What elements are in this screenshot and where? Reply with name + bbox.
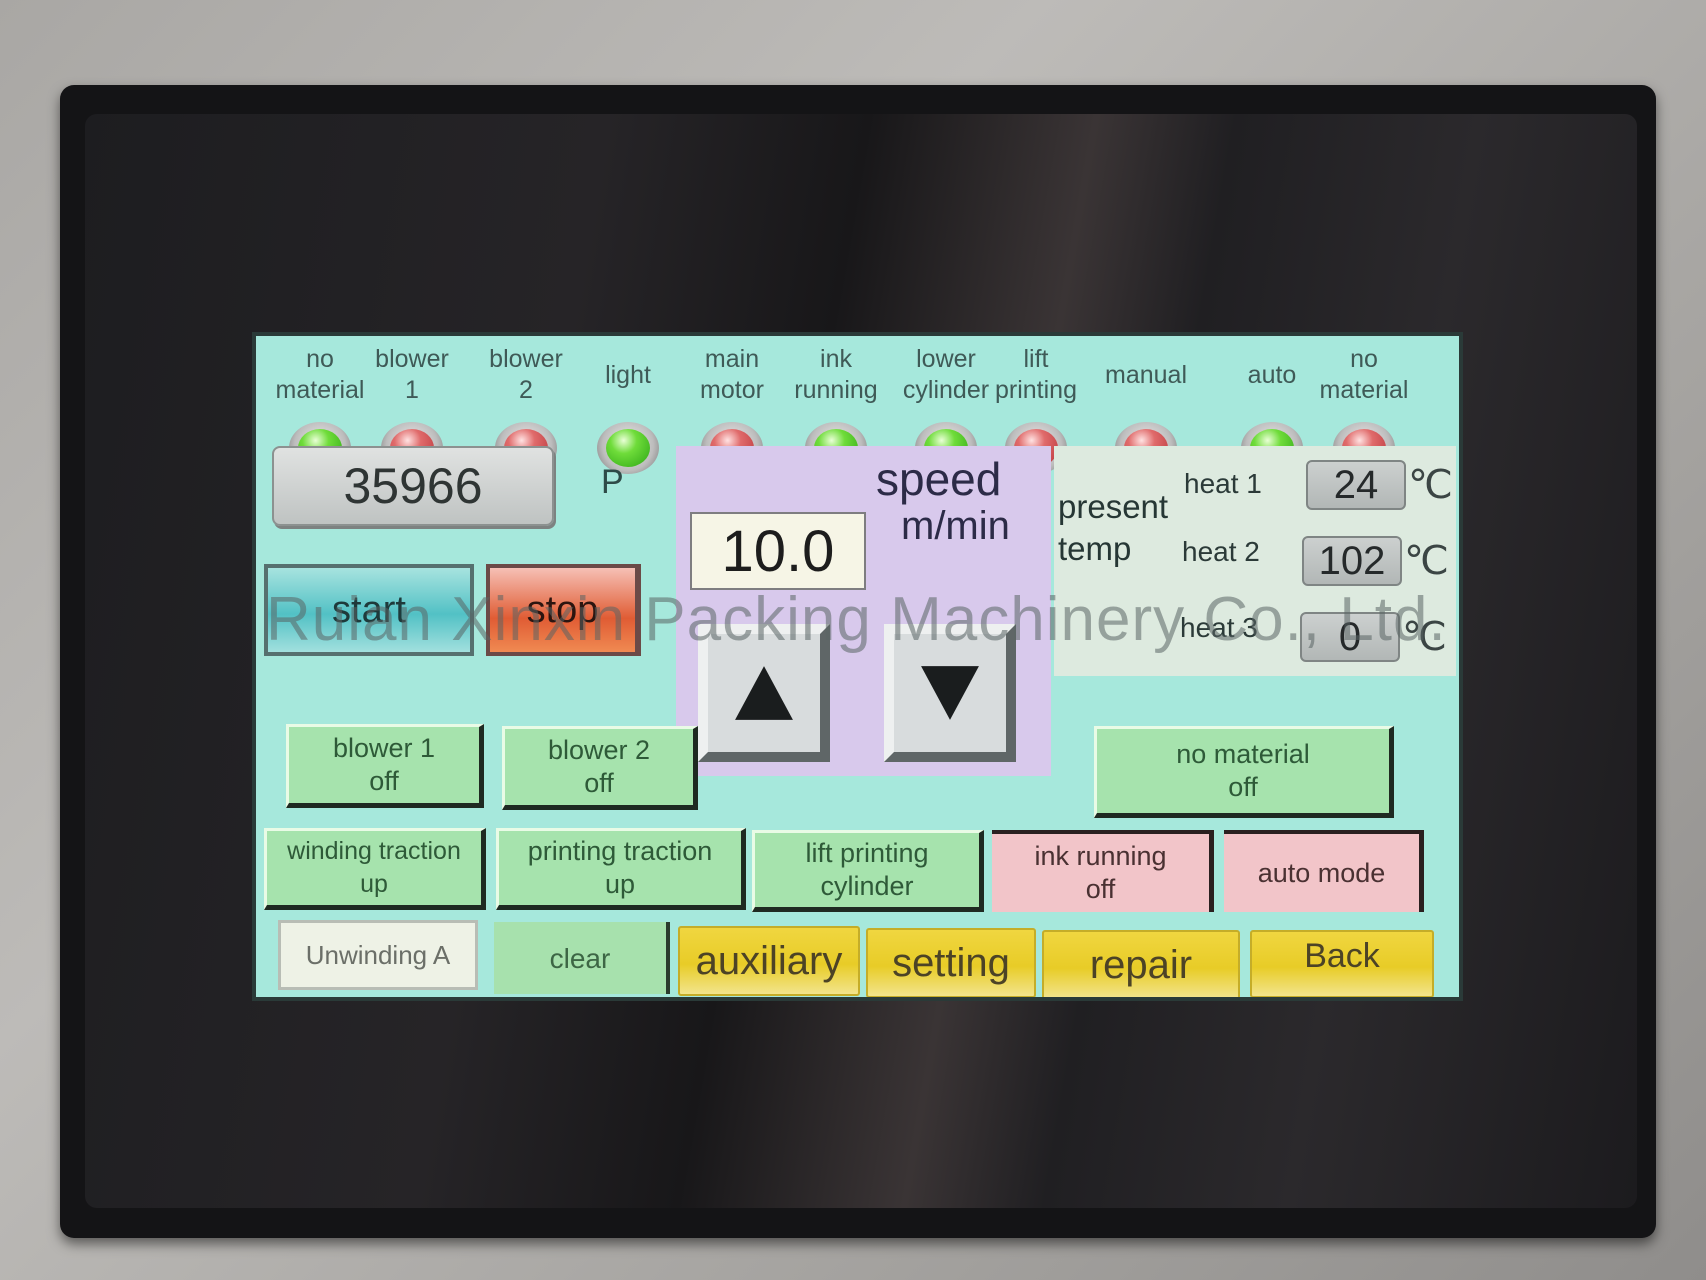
auto-mode-button[interactable]: auto mode	[1224, 830, 1424, 912]
indicator-label: ink running	[794, 345, 878, 404]
printing-traction-button[interactable]: printing traction up	[496, 828, 746, 910]
counter-unit: P	[601, 463, 624, 501]
hmi-screen: no material blower 1 blower 2 light main mot…	[252, 332, 1463, 1001]
auxiliary-button[interactable]: auxiliary	[678, 926, 860, 996]
heat-2-value: 102	[1302, 536, 1402, 586]
heat-1-unit: ℃	[1408, 463, 1453, 507]
indicator-label: main motor	[700, 345, 764, 404]
heat-2-unit: ℃	[1404, 539, 1449, 583]
indicator-label: no material	[1319, 345, 1409, 404]
back-button[interactable]: Back	[1250, 930, 1434, 997]
arrow-down-icon	[921, 666, 979, 720]
heat-3-value: 0	[1300, 612, 1400, 662]
ink-running-button[interactable]: ink running off	[992, 830, 1214, 912]
indicator-label: no material	[275, 345, 365, 404]
stop-button[interactable]: stop	[486, 564, 641, 656]
speed-title: speed	[876, 453, 1002, 505]
start-button[interactable]: start	[264, 564, 474, 656]
speed-down-button[interactable]	[884, 624, 1016, 762]
indicator-label: blower 1	[375, 345, 449, 404]
heat-2-label: heat 2	[1182, 536, 1260, 567]
indicator-label: lift printing	[995, 345, 1077, 404]
lift-printing-cylinder-button[interactable]: lift printing cylinder	[752, 830, 984, 912]
arrow-up-icon	[735, 666, 793, 720]
heat-3-label: heat 3	[1180, 612, 1258, 643]
setting-button[interactable]: setting	[866, 928, 1036, 997]
indicator-label: light	[605, 361, 651, 389]
heat-3-unit: ℃	[1402, 615, 1447, 659]
indicator-label: lower cylinder	[902, 345, 990, 404]
clear-button[interactable]: clear	[494, 922, 670, 994]
speed-value[interactable]: 10.0	[690, 512, 866, 590]
lamp-core	[606, 429, 650, 467]
indicator-label: blower 2	[489, 345, 563, 404]
indicator-label: manual	[1105, 361, 1187, 389]
winding-traction-button[interactable]: winding traction up	[264, 828, 486, 910]
speed-up-button[interactable]	[698, 624, 830, 762]
indicator-label: auto	[1247, 361, 1297, 389]
present-temp-label: present temp	[1058, 488, 1169, 567]
production-counter: 35966	[272, 446, 554, 526]
blower-1-button[interactable]: blower 1 off	[286, 724, 484, 808]
speed-unit: m/min	[901, 504, 1010, 548]
repair-button[interactable]: repair	[1042, 930, 1240, 997]
unwinding-a-button[interactable]: Unwinding A	[278, 920, 478, 990]
heat-1-label: heat 1	[1184, 468, 1262, 499]
no-material-button[interactable]: no material off	[1094, 726, 1394, 818]
heat-1-value: 24	[1306, 460, 1406, 510]
blower-2-button[interactable]: blower 2 off	[502, 726, 698, 810]
